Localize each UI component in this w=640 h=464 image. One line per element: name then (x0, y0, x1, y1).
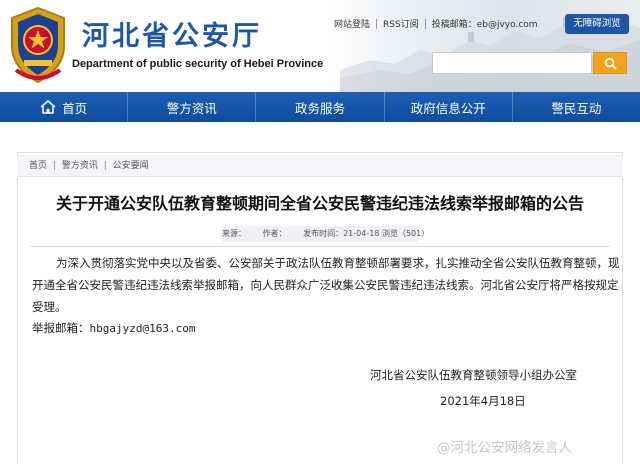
search-input[interactable] (432, 52, 592, 74)
article-title: 关于开通公安队伍教育整顿期间全省公安民警违纪违法线索举报邮箱的公告 (55, 194, 584, 213)
submission-email-link[interactable]: 投稿邮箱：eb@jvyo.com (426, 17, 544, 30)
weibo-watermark: @河北公安网络发言人 (437, 436, 572, 456)
nav-item-government-services[interactable]: 政务服务 (256, 92, 385, 122)
breadcrumb-separator: | (103, 161, 107, 171)
breadcrumb-separator: | (52, 161, 56, 171)
signature-date: 2021年4月18日 (440, 394, 526, 408)
nav-item-interaction[interactable]: 警民互动 (513, 92, 640, 122)
watermark-text: @河北公安网络发言人 (437, 440, 572, 456)
accessibility-button[interactable]: 无障碍浏览 (565, 14, 629, 34)
breadcrumb: 首页 | 警方资讯 | 公安要闻 (17, 155, 623, 177)
nav-item-information-disclosure[interactable]: 政府信息公开 (385, 92, 513, 122)
report-email-line: 举报邮箱：hbgajyzd@163.com (32, 320, 195, 336)
breadcrumb-home[interactable]: 首页 (29, 161, 47, 171)
search-button[interactable] (593, 52, 627, 74)
meta-date: 发布时间：21-04-18 (303, 229, 380, 238)
signature-office: 河北省公安队伍教育整顿领导小组办公室 (370, 368, 577, 382)
nav-item-police-news[interactable]: 警方资讯 (128, 92, 257, 122)
top-links: 网站登陆 RSS订阅 投稿邮箱：eb@jvyo.com (328, 17, 544, 30)
email-label: 举报邮箱： (32, 321, 90, 335)
login-link[interactable]: 网站登陆 (328, 17, 376, 30)
site-subtitle: Department of public security of Hebei P… (72, 58, 324, 70)
meta-source: 来源： (222, 229, 246, 238)
nav-item-home[interactable]: 首页 (0, 92, 129, 122)
search-icon (604, 57, 617, 70)
article-body: 为深入贯彻落实党中央以及省委、公安部关于政法队伍教育整顿部署要求，扎实推动全省公… (32, 256, 620, 314)
police-emblem-icon (11, 6, 65, 84)
breadcrumb-current[interactable]: 公安要闻 (113, 161, 149, 171)
rss-link[interactable]: RSS订阅 (377, 17, 425, 30)
site-header: 河北省公安厅 Department of public security of … (0, 0, 640, 92)
meta-views: 浏览（501） (381, 229, 430, 238)
article-meta: 来源： 作者： 发布时间：21-04-18 浏览（501） (222, 226, 429, 242)
home-icon (40, 100, 56, 114)
site-title: 河北省公安厅 (82, 21, 262, 52)
title-divider (30, 246, 610, 247)
nav-label: 首页 (62, 100, 88, 116)
breadcrumb-police-news[interactable]: 警方资讯 (62, 161, 98, 171)
meta-author: 作者： (262, 229, 287, 238)
main-nav: 首页 警方资讯 政务服务 政府信息公开 警民互动 (0, 92, 640, 122)
report-email-address[interactable]: hbgajyzd@163.com (90, 322, 196, 335)
